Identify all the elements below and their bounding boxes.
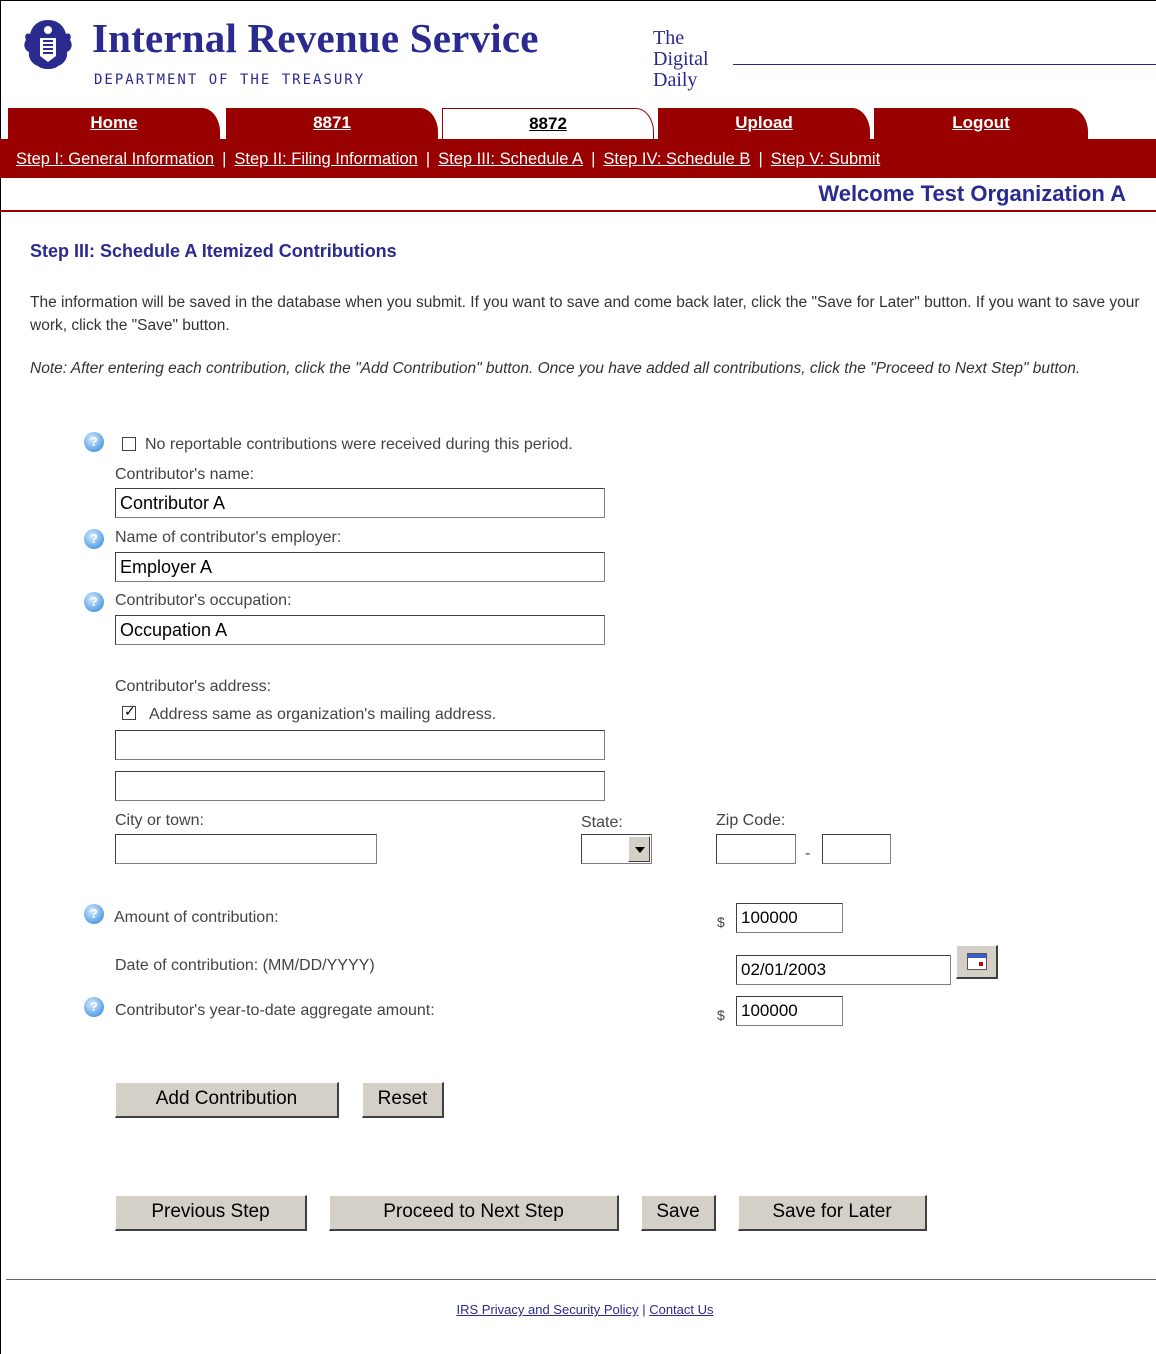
save-for-later-button[interactable]: Save for Later [738, 1195, 927, 1231]
address-line1-input[interactable] [115, 730, 605, 760]
digital-daily-line-1: The [653, 27, 685, 49]
proceed-next-step-button[interactable]: Proceed to Next Step [329, 1195, 619, 1231]
privacy-policy-link[interactable]: IRS Privacy and Security Policy [456, 1302, 638, 1317]
address-same-checkbox[interactable] [122, 703, 136, 720]
step-link-filing[interactable]: Step II: Filing Information [234, 150, 417, 168]
help-icon[interactable]: ? [84, 904, 104, 924]
state-label: State: [581, 814, 623, 831]
step-link-schedule-a[interactable]: Step III: Schedule A [438, 150, 583, 168]
address-line2-input[interactable] [115, 771, 605, 801]
header-rule [733, 64, 1156, 65]
address-label: Contributor's address: [115, 678, 272, 695]
tab-logout[interactable]: Logout [874, 108, 1088, 140]
zip-ext-input[interactable] [822, 834, 891, 864]
contributor-name-input[interactable] [115, 488, 605, 518]
tab-8871[interactable]: 8871 [226, 108, 438, 140]
amount-input[interactable] [736, 903, 843, 933]
occupation-label: Contributor's occupation: [115, 592, 292, 609]
calendar-button[interactable] [956, 945, 998, 979]
footer-separator: | [642, 1302, 646, 1317]
help-icon[interactable]: ? [84, 529, 104, 549]
contact-us-link[interactable]: Contact Us [649, 1302, 713, 1317]
date-label: Date of contribution: (MM/DD/YYYY) [115, 957, 375, 974]
contributor-name-label: Contributor's name: [115, 466, 255, 483]
digital-daily-line-2: Digital [653, 48, 709, 70]
previous-step-button[interactable]: Previous Step [115, 1195, 307, 1231]
help-icon[interactable]: ? [84, 997, 104, 1017]
occupation-input[interactable] [115, 615, 605, 645]
tab-upload[interactable]: Upload [658, 108, 870, 140]
reset-button[interactable]: Reset [362, 1082, 444, 1118]
help-icon[interactable]: ? [84, 592, 104, 612]
step-separator: | [758, 150, 763, 168]
digital-daily-logo[interactable]: The Digital Daily [653, 28, 709, 91]
zip-input[interactable] [716, 834, 796, 864]
date-input[interactable] [736, 955, 951, 985]
main-tabs: Home 8871 8872 Upload Logout [8, 108, 1156, 140]
calendar-icon [967, 953, 987, 970]
city-label: City or town: [115, 812, 204, 829]
zip-dash: - [805, 845, 811, 862]
step-link-general[interactable]: Step I: General Information [16, 150, 214, 168]
ytd-input[interactable] [736, 996, 843, 1026]
step-link-submit[interactable]: Step V: Submit [771, 150, 880, 168]
page-title: Step III: Schedule A Itemized Contributi… [30, 241, 397, 261]
no-contributions-checkbox[interactable] [122, 437, 136, 451]
tab-home[interactable]: Home [8, 108, 220, 140]
step-separator: | [425, 150, 431, 168]
amount-label: Amount of contribution: [114, 909, 279, 926]
welcome-rule [0, 210, 1156, 212]
save-info-text: The information will be saved in the dat… [30, 294, 1140, 334]
dropdown-arrow-icon[interactable] [628, 836, 650, 862]
address-same-label: Address same as organization's mailing a… [149, 706, 497, 723]
ytd-label: Contributor's year-to-date aggregate amo… [115, 1002, 435, 1019]
city-input[interactable] [115, 834, 377, 864]
step-link-schedule-b[interactable]: Step IV: Schedule B [603, 150, 750, 168]
instruction-note: Note: After entering each contribution, … [30, 360, 1081, 377]
step-separator: | [222, 150, 227, 168]
step-navigation: Step I: General Information | Step II: Fil… [0, 141, 1156, 178]
department-subtitle: DEPARTMENT OF THE TREASURY [94, 72, 366, 88]
state-select[interactable] [581, 834, 652, 864]
footer: IRS Privacy and Security Policy | Contac… [0, 1302, 1156, 1317]
employer-label: Name of contributor's employer: [115, 529, 342, 546]
no-contributions-label: No reportable contributions were receive… [145, 436, 573, 453]
employer-input[interactable] [115, 552, 605, 582]
add-contribution-button[interactable]: Add Contribution [115, 1082, 339, 1118]
irs-eagle-logo-icon [24, 20, 72, 69]
save-button[interactable]: Save [641, 1195, 716, 1231]
welcome-message: Welcome Test Organization A [818, 181, 1126, 206]
ytd-currency: $ [717, 1007, 725, 1023]
zip-label: Zip Code: [716, 812, 786, 829]
digital-daily-line-3: Daily [653, 69, 698, 91]
tab-8872[interactable]: 8872 [442, 108, 654, 140]
irs-title: Internal Revenue Service [92, 15, 539, 61]
help-icon[interactable]: ? [84, 432, 104, 452]
amount-currency: $ [717, 914, 725, 930]
footer-rule [6, 1279, 1156, 1280]
step-separator: | [591, 150, 596, 168]
